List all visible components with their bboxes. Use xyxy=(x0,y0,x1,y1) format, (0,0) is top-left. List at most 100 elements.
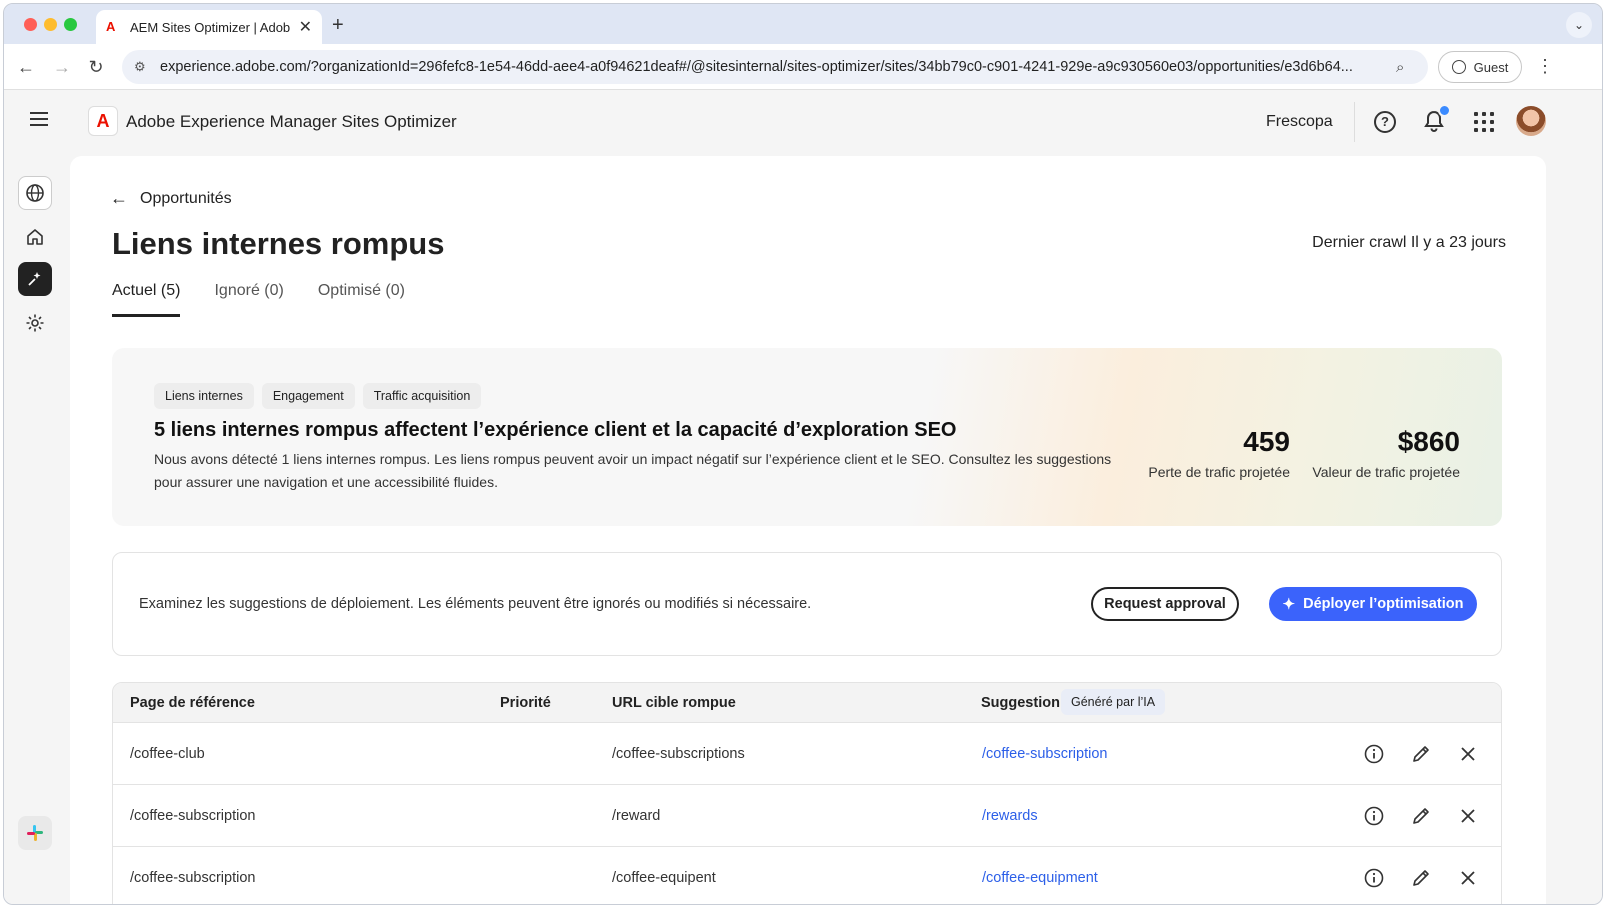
org-switcher[interactable]: Frescopa xyxy=(1266,113,1333,131)
metric-value: $860 xyxy=(1397,426,1460,457)
traffic-value-metric: $860 Valeur de trafic projetée xyxy=(1312,426,1460,480)
browser-window: A AEM Sites Optimizer | Adobe ✕ + ⌄ ← → … xyxy=(3,3,1603,905)
profile-icon xyxy=(1451,60,1466,74)
ai-generated-badge: Généré par l’IA xyxy=(1061,689,1166,715)
deploy-optimization-button[interactable]: ✦ Déployer l’optimisation xyxy=(1269,587,1477,621)
maximize-window-button[interactable] xyxy=(64,18,77,31)
info-icon[interactable] xyxy=(1363,743,1385,765)
referrer-cell: /coffee-subscription xyxy=(130,870,256,886)
main-content: ← Opportunités Liens internes rompus Der… xyxy=(70,156,1546,904)
suggestion-link[interactable]: /coffee-equipment xyxy=(982,870,1098,886)
banner-description: Nous avons détecté 1 liens internes romp… xyxy=(154,451,1112,490)
tab-ignored[interactable]: Ignoré (0) xyxy=(214,282,283,317)
close-icon[interactable] xyxy=(1457,805,1479,827)
column-header-suggestion[interactable]: Suggestion xyxy=(981,695,1060,711)
tab-search-chevron-icon[interactable]: ⌄ xyxy=(1566,12,1592,38)
metric-label: Valeur de trafic projetée xyxy=(1312,464,1460,480)
back-to-opportunities-link[interactable]: ← Opportunités xyxy=(110,188,232,209)
column-header-priority[interactable]: Priorité xyxy=(500,695,551,711)
info-icon[interactable] xyxy=(1363,867,1385,889)
tab-optimized[interactable]: Optimisé (0) xyxy=(318,282,405,317)
tag: Engagement xyxy=(261,383,355,409)
adobe-favicon-icon: A xyxy=(106,19,116,34)
browser-toolbar: ← → ↻ ⚙ experience.adobe.com/?organizati… xyxy=(4,44,1602,90)
action-instructions: Examinez les suggestions de déploiement.… xyxy=(139,596,812,612)
metric-label: Perte de trafic projetée xyxy=(1148,464,1290,480)
profile-label: Guest xyxy=(1473,59,1509,75)
edit-icon[interactable] xyxy=(1410,743,1432,765)
suggestion-link[interactable]: /coffee-subscription xyxy=(982,746,1107,762)
close-icon[interactable] xyxy=(1457,743,1479,765)
notification-badge xyxy=(1438,104,1451,117)
referrer-cell: /coffee-club xyxy=(130,746,205,762)
avatar[interactable] xyxy=(1516,106,1546,136)
row-actions xyxy=(1363,743,1501,765)
status-tabs: Actuel (5) Ignoré (0) Optimisé (0) xyxy=(112,282,439,317)
tag-list: Liens internes Engagement Traffic acquis… xyxy=(154,383,489,409)
edit-icon[interactable] xyxy=(1410,805,1432,827)
opportunity-summary-banner: Liens internes Engagement Traffic acquis… xyxy=(112,348,1502,526)
column-header-referrer[interactable]: Page de référence xyxy=(130,695,255,711)
table-row: /coffee-club /coffee-subscriptions /coff… xyxy=(113,723,1501,785)
address-bar[interactable]: ⚙ experience.adobe.com/?organizationId=2… xyxy=(122,50,1428,84)
banner-title: 5 liens internes rompus affectent l’expé… xyxy=(154,419,957,441)
app-area: A Adobe Experience Manager Sites Optimiz… xyxy=(4,90,1602,904)
edit-icon[interactable] xyxy=(1410,867,1432,889)
profile-button[interactable]: Guest xyxy=(1438,51,1522,83)
info-icon[interactable] xyxy=(1363,805,1385,827)
tab-current[interactable]: Actuel (5) xyxy=(112,282,181,317)
header-divider xyxy=(1354,102,1355,142)
broken-url-cell: /coffee-subscriptions xyxy=(612,746,745,762)
table-row: /coffee-subscription /coffee-equipent /c… xyxy=(113,847,1501,904)
sidebar xyxy=(4,154,66,904)
metric-value: 459 xyxy=(1243,426,1290,457)
tag: Liens internes xyxy=(154,383,254,409)
tab-title: AEM Sites Optimizer | Adobe xyxy=(130,19,290,35)
url-text: experience.adobe.com/?organizationId=296… xyxy=(160,59,1353,75)
slack-icon[interactable] xyxy=(18,816,52,850)
site-settings-icon[interactable]: ⚙ xyxy=(134,59,154,75)
deploy-label: Déployer l’optimisation xyxy=(1303,596,1464,612)
minimize-window-button[interactable] xyxy=(44,18,57,31)
referrer-cell: /coffee-subscription xyxy=(130,808,256,824)
app-title: Adobe Experience Manager Sites Optimizer xyxy=(126,112,457,131)
traffic-loss-metric: 459 Perte de trafic projetée xyxy=(1148,426,1290,480)
close-icon[interactable] xyxy=(1457,867,1479,889)
app-header: A Adobe Experience Manager Sites Optimiz… xyxy=(4,90,1602,154)
back-icon[interactable]: ← xyxy=(14,55,38,79)
request-approval-button[interactable]: Request approval xyxy=(1091,587,1239,621)
browser-menu-icon[interactable]: ⋮ xyxy=(1536,56,1554,77)
close-window-button[interactable] xyxy=(24,18,37,31)
table-header: Page de référence Priorité URL cible rom… xyxy=(113,683,1501,723)
menu-icon[interactable] xyxy=(30,112,48,126)
broken-url-cell: /reward xyxy=(612,808,661,824)
tab-strip: A AEM Sites Optimizer | Adobe ✕ + ⌄ xyxy=(4,4,1602,44)
arrow-left-icon: ← xyxy=(110,188,128,208)
row-actions xyxy=(1363,867,1501,889)
optimize-icon[interactable] xyxy=(18,262,52,296)
broken-url-cell: /coffee-equipent xyxy=(612,870,716,886)
adobe-logo-icon[interactable]: A xyxy=(88,106,118,136)
deploy-action-bar: Examinez les suggestions de déploiement.… xyxy=(112,552,1502,656)
forward-icon[interactable]: → xyxy=(50,55,74,79)
column-header-broken-url[interactable]: URL cible rompue xyxy=(612,695,736,711)
reload-icon[interactable]: ↻ xyxy=(84,55,108,79)
apps-grid-icon[interactable] xyxy=(1474,112,1494,132)
close-tab-icon[interactable]: ✕ xyxy=(299,17,312,37)
tag: Traffic acquisition xyxy=(362,383,482,409)
home-icon[interactable] xyxy=(18,220,52,254)
row-actions xyxy=(1363,805,1501,827)
last-crawl-text: Dernier crawl Il y a 23 jours xyxy=(1312,234,1506,251)
suggestion-link[interactable]: /rewards xyxy=(982,808,1038,824)
back-label: Opportunités xyxy=(140,189,232,207)
help-icon[interactable]: ? xyxy=(1374,111,1396,133)
page-title: Liens internes rompus xyxy=(112,226,445,261)
gear-icon[interactable] xyxy=(18,306,52,340)
browser-tab[interactable]: A AEM Sites Optimizer | Adobe ✕ xyxy=(96,10,322,44)
table-row: /coffee-subscription /reward /rewards xyxy=(113,785,1501,847)
sparkle-icon: ✦ xyxy=(1282,596,1296,613)
new-tab-icon[interactable]: + xyxy=(332,14,344,37)
globe-icon[interactable] xyxy=(18,176,52,210)
broken-links-table: Page de référence Priorité URL cible rom… xyxy=(112,682,1502,904)
zoom-icon[interactable]: ⌕ xyxy=(1396,59,1404,76)
